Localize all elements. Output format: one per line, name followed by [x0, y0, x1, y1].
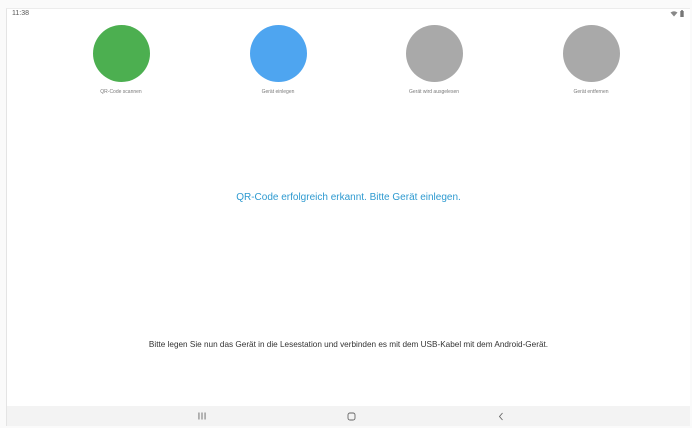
step-qr-scan: QR-Code scannen — [66, 25, 176, 95]
back-button[interactable] — [489, 409, 513, 423]
step-indicator-pending — [562, 25, 620, 82]
step-indicator-pending — [405, 25, 463, 82]
step-indicator-active — [249, 25, 307, 82]
recent-apps-button[interactable] — [190, 409, 214, 423]
home-icon — [347, 412, 355, 420]
clock: 11:38 — [12, 10, 29, 17]
progress-steps: QR-Code scannen Gerät einlegen Gerät wir… — [37, 25, 662, 105]
step-reading-device: Gerät wird ausgelesen — [379, 25, 489, 95]
recent-apps-icon — [198, 412, 206, 420]
step-insert-device: Gerät einlegen — [223, 25, 333, 95]
step-label: Gerät einlegen — [261, 89, 295, 95]
back-icon — [498, 412, 503, 420]
step-remove-device: Gerät entfernen — [536, 25, 646, 95]
navigation-bar — [7, 406, 690, 426]
step-indicator-done — [92, 25, 150, 82]
wifi-icon — [670, 10, 678, 16]
status-message: QR-Code erfolgreich erkannt. Bitte Gerät… — [236, 192, 461, 203]
step-label: Gerät entfernen — [573, 89, 609, 95]
battery-icon — [680, 10, 684, 17]
status-icons — [670, 10, 684, 17]
instruction-text: Bitte legen Sie nun das Gerät in die Les… — [148, 340, 549, 349]
status-bar: 11:38 — [7, 9, 690, 21]
tablet-screen: 11:38 QR-Code scannen Gerät einlegen Ger… — [6, 8, 690, 426]
step-label: QR-Code scannen — [100, 89, 142, 95]
step-label: Gerät wird ausgelesen — [408, 89, 460, 95]
home-button[interactable] — [339, 409, 363, 423]
